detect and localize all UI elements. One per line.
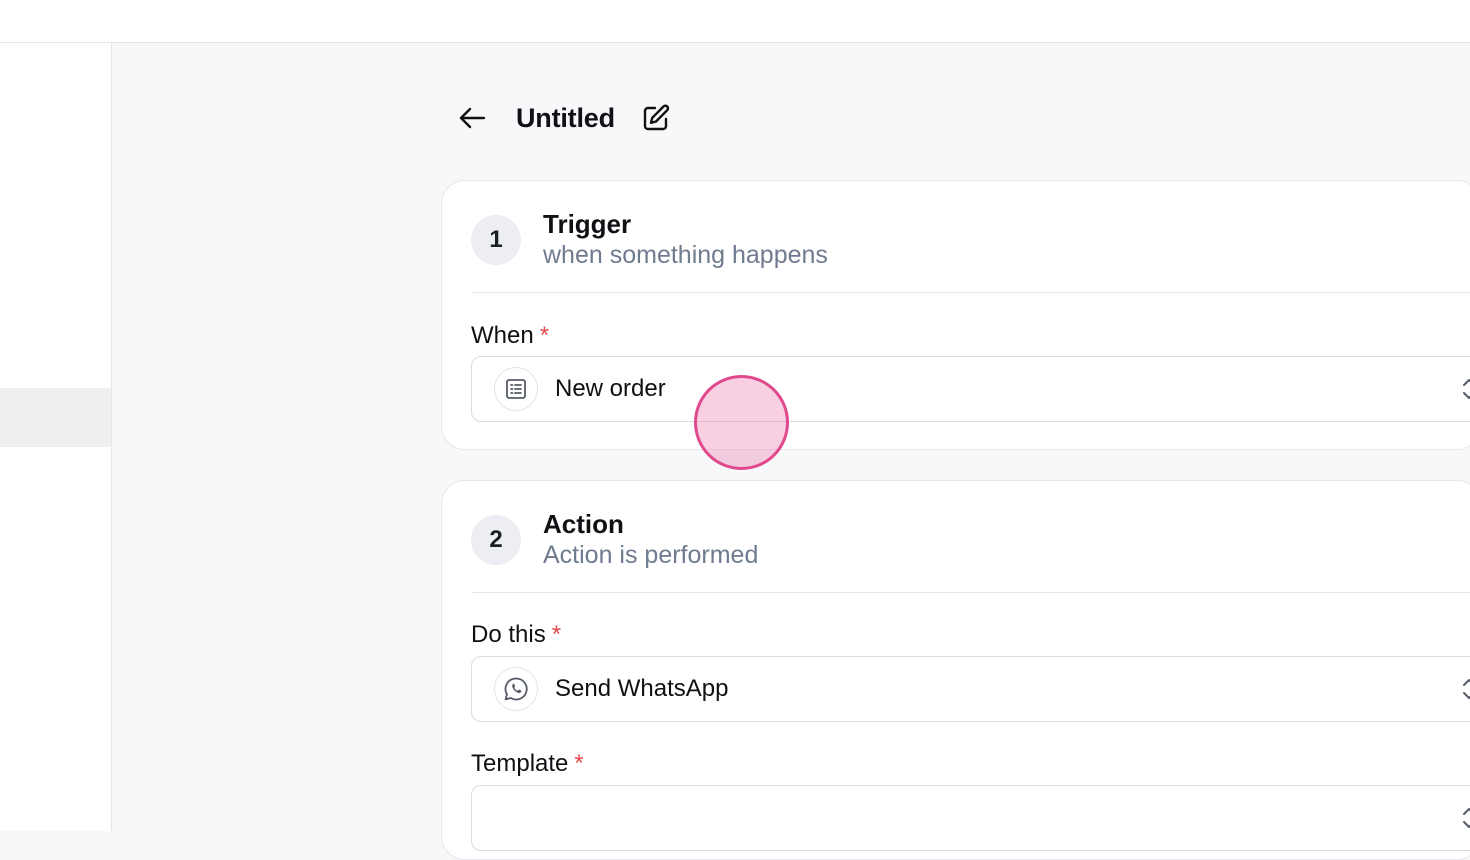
step-number: 1 [471, 214, 521, 265]
step-title: Trigger [543, 209, 632, 239]
trigger-card: 1 Trigger when something happens When * N… [441, 180, 1470, 450]
required-mark: * [574, 750, 584, 777]
divider [471, 292, 1470, 293]
template-select[interactable] [471, 785, 1470, 851]
arrow-left-icon [459, 107, 486, 129]
step-title: Action [543, 509, 624, 539]
back-button[interactable] [456, 98, 488, 138]
list-icon [494, 367, 538, 411]
step-subtitle: when something happens [543, 241, 828, 270]
trigger-step-header: 1 Trigger when something happens [471, 209, 828, 270]
sidebar-item-active[interactable] [0, 388, 111, 447]
page-title: Untitled [516, 102, 615, 133]
page-header: Untitled [456, 98, 673, 138]
chevron-up-down-icon [1463, 808, 1470, 828]
required-mark: * [551, 621, 562, 648]
chevron-up-down-icon [1463, 679, 1470, 699]
do-this-label-text: Do this [471, 621, 546, 648]
template-label: Template * [471, 750, 584, 778]
edit-title-button[interactable] [639, 101, 673, 135]
do-this-label: Do this * [471, 621, 561, 649]
template-label-text: Template [471, 750, 569, 777]
when-selected-value: New order [555, 375, 666, 402]
action-step-header: 2 Action Action is performed [471, 509, 758, 570]
do-this-select[interactable]: Send WhatsApp [471, 656, 1470, 722]
edit-icon [643, 104, 670, 131]
required-mark: * [539, 322, 550, 349]
whatsapp-icon [494, 667, 538, 711]
top-bar [0, 0, 1470, 43]
step-subtitle: Action is performed [543, 541, 759, 570]
when-select[interactable]: New order [471, 356, 1470, 422]
action-card: 2 Action Action is performed Do this * Se… [441, 480, 1470, 860]
when-label: When * [471, 322, 549, 350]
when-label-text: When [471, 322, 534, 349]
do-this-selected-value: Send WhatsApp [555, 675, 729, 702]
divider [471, 592, 1470, 593]
step-number: 2 [471, 514, 521, 565]
chevron-up-down-icon [1463, 379, 1470, 399]
